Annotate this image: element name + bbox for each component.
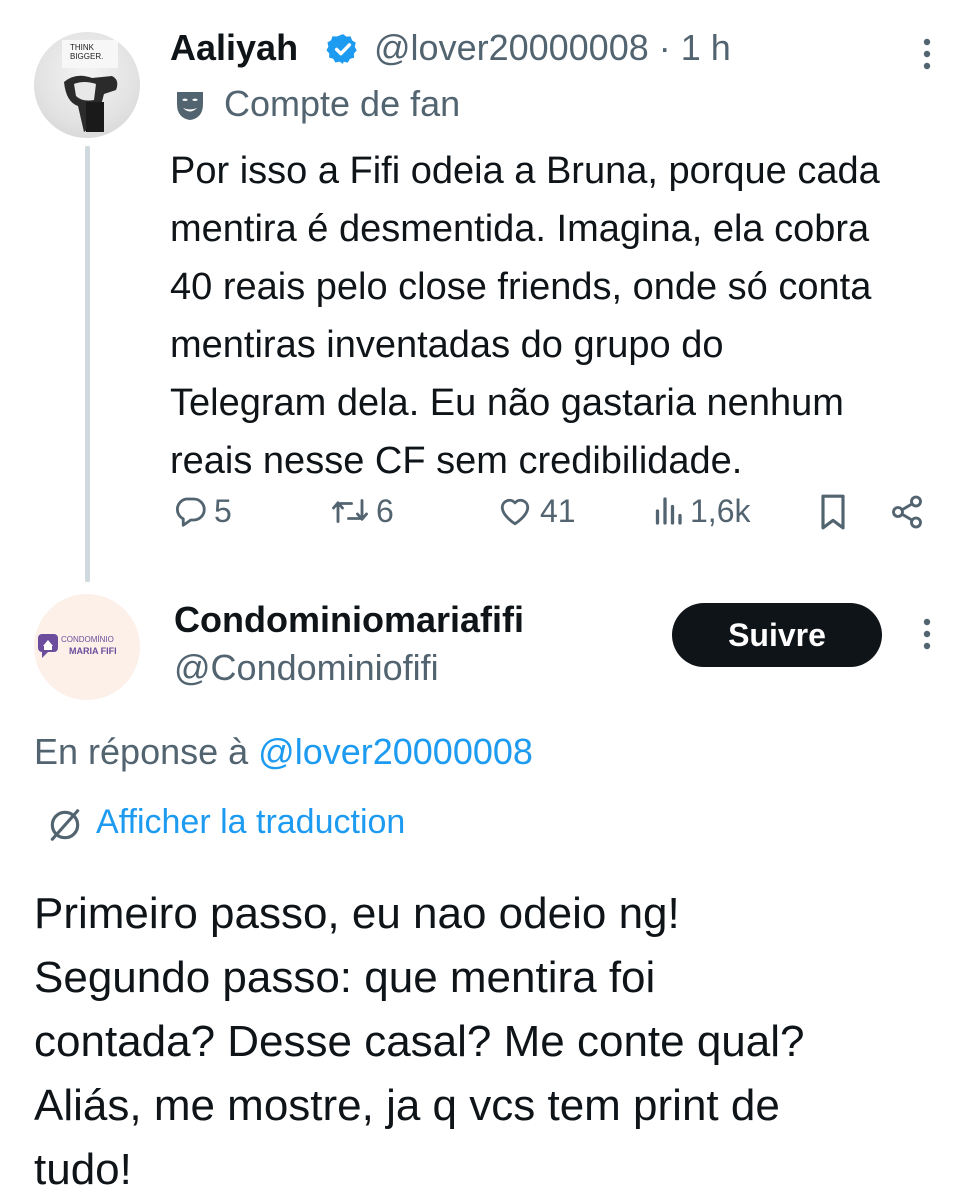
- tweet-text-line: mentira é desmentida. Imagina, ela cobra: [170, 208, 870, 250]
- avatar-text-line-2: BIGGER.: [70, 52, 103, 61]
- replying-to: En réponse à @lover20000008: [34, 730, 533, 774]
- like-button[interactable]: 41: [496, 486, 576, 536]
- reply-mention-link[interactable]: @lover20000008: [258, 731, 533, 772]
- like-count: 41: [540, 492, 576, 529]
- follow-button[interactable]: Suivre: [672, 603, 882, 667]
- show-translation-link[interactable]: Afficher la traduction: [96, 800, 405, 844]
- account-label: Compte de fan: [224, 83, 461, 124]
- avatar-image: THINK BIGGER.: [62, 40, 118, 132]
- tweet-text-line: tudo!: [34, 1145, 132, 1194]
- more-options-icon[interactable]: [912, 34, 942, 74]
- tweet-text-line: Por isso a Fifi odeia a Bruna, porque ca…: [170, 150, 880, 192]
- verified-badge-icon: [326, 34, 357, 64]
- tweet-text-line: reais nesse CF sem credibilidade.: [170, 440, 743, 482]
- fan-mask-icon: [177, 92, 203, 120]
- views-count: 1,6k: [690, 492, 751, 529]
- tweet-text-line: 40 reais pelo close friends, onde só con…: [170, 266, 872, 308]
- condominio-logo: CONDOMÍNIO MARIA FIFI: [38, 634, 117, 658]
- logo-text-line-1: CONDOMÍNIO: [61, 635, 114, 644]
- tweet-text-line: Aliás, me mostre, ja q vcs tem print de: [34, 1081, 780, 1130]
- tweet-text-line: Primeiro passo, eu nao odeio ng!: [34, 889, 680, 938]
- reply-button[interactable]: 5: [172, 486, 232, 536]
- like-icon: [500, 498, 530, 526]
- tweet-text-line: Telegram dela. Eu não gastaria nenhum: [170, 382, 844, 424]
- thread-connector-line: [85, 146, 90, 582]
- tweet-text-line: mentiras inventadas do grupo do: [170, 324, 724, 366]
- repost-count: 6: [376, 492, 394, 529]
- translate-icon: [50, 809, 80, 841]
- replying-to-prefix: En réponse à: [34, 731, 259, 772]
- avatar-condominio[interactable]: CONDOMÍNIO MARIA FIFI: [34, 594, 140, 700]
- handle-and-time[interactable]: @lover20000008 · 1 h: [374, 26, 731, 70]
- tweet-text: Primeiro passo, eu nao odeio ng! Segundo…: [34, 882, 964, 1202]
- share-icon[interactable]: [888, 494, 926, 530]
- display-name[interactable]: Condominiomariafifi: [174, 598, 524, 642]
- bookmark-icon[interactable]: [816, 492, 850, 532]
- reply-count: 5: [214, 492, 232, 529]
- views-icon: [655, 497, 682, 525]
- avatar-text-line-1: THINK: [70, 43, 95, 52]
- display-name[interactable]: Aaliyah: [170, 26, 298, 70]
- repost-icon: [332, 499, 368, 523]
- reply-icon: [176, 497, 206, 527]
- tweet-text: Por isso a Fifi odeia a Bruna, porque ca…: [170, 142, 970, 490]
- tweet-text-line: contada? Desse casal? Me conte qual?: [34, 1017, 805, 1066]
- repost-button[interactable]: 6: [330, 486, 394, 536]
- avatar-aaliyah[interactable]: THINK BIGGER.: [34, 32, 140, 138]
- handle[interactable]: @Condominiofifi: [174, 646, 439, 690]
- tweet-text-line: Segundo passo: que mentira foi: [34, 953, 656, 1002]
- logo-text-line-2: MARIA FIFI: [69, 646, 117, 656]
- views-button[interactable]: 1,6k: [652, 486, 750, 536]
- more-options-icon[interactable]: [912, 614, 942, 654]
